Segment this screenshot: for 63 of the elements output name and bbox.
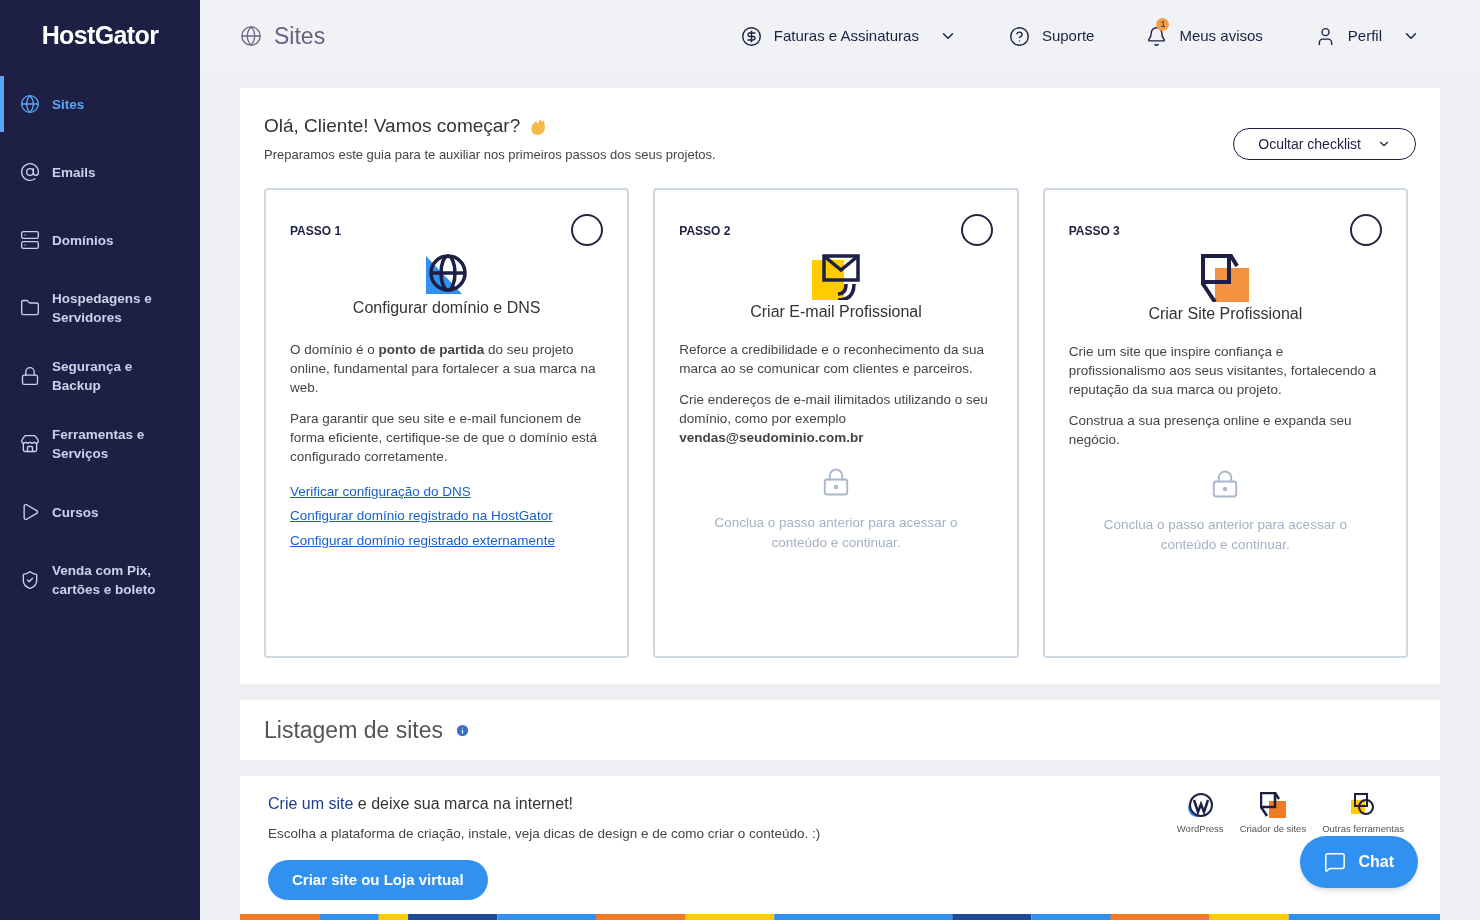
help-link[interactable]: Configurar domínio registrado na HostGator <box>290 506 553 527</box>
locked-message: Conclua o passo anterior para acessar o conteúdo e continuar. <box>713 514 959 553</box>
step-title: Configurar domínio e DNS <box>351 298 542 318</box>
promo-headline: Crie um site e deixe sua marca na internet! <box>268 794 575 814</box>
checklist-subtitle: Preparamos este guia para te auxiliar nos primeiros passos dos seus projetos. <box>264 145 716 164</box>
platform-option[interactable]: WordPress <box>1176 792 1224 837</box>
step-checkbox[interactable] <box>960 214 993 246</box>
envelope-icon <box>812 254 860 300</box>
step-label: PASSO 1 <box>290 223 342 240</box>
sidebar-item[interactable]: Hospedagens e Servidores <box>0 280 200 336</box>
brand-logo[interactable]: HostGator <box>0 0 200 72</box>
section-title: Listagem de sites <box>264 715 443 745</box>
step-label: PASSO 2 <box>679 223 731 240</box>
layered-squares-icon <box>1201 254 1250 302</box>
server-icon <box>20 230 40 250</box>
sidebar-item[interactable]: Venda com Pix, cartões e boleto <box>0 552 200 608</box>
shapes-icon <box>1350 792 1377 818</box>
platform-option[interactable]: Criador de sites <box>1239 792 1307 837</box>
step-label: PASSO 3 <box>1068 223 1120 240</box>
sidebar-item[interactable]: Ferramentas e Serviços <box>0 416 200 472</box>
step-paragraph: O domínio é o ponto de partida do seu projeto online, fundamental para fortalecer a sua marca na web. <box>290 341 597 397</box>
sidebar-item[interactable]: Emails <box>0 144 200 200</box>
step-title: Criar Site Profissional <box>1147 304 1304 324</box>
bell-icon <box>1146 25 1168 47</box>
help-icon <box>1008 25 1030 47</box>
step-checkbox[interactable] <box>571 214 604 246</box>
notification-badge: 1 <box>1156 17 1170 31</box>
header-nav-link[interactable]: Perfil <box>1314 16 1424 56</box>
sidebar-item[interactable]: Sites <box>0 76 200 132</box>
store-icon <box>20 434 40 454</box>
wordpress-icon <box>1187 792 1214 818</box>
checklist-title: Olá, Cliente! Vamos começar? <box>264 114 521 138</box>
step-paragraph: Crie um site que inspire confiança e profissionalismo aos seus visitantes, fortalecendo a reputação da sua marca ou projeto. <box>1068 343 1378 399</box>
sidebar-item[interactable]: Cursos <box>0 484 200 540</box>
step-title: Criar E-mail Profissional <box>749 302 923 322</box>
step-paragraph: Reforce a credibilidade e o reconhecimento da sua marca ao se comunicar com clientes e parceiros. <box>679 341 985 378</box>
help-link[interactable]: Configurar domínio registrado externamente <box>290 530 555 551</box>
locked-message: Conclua o passo anterior para acessar o conteúdo e continuar. <box>1102 516 1348 555</box>
step-paragraph: Crie endereços de e-mail ilimitados utilizando o seu domínio, como por exemplo vendas@seudominio.com.br <box>679 391 989 447</box>
globe-icon <box>20 94 40 114</box>
dollar-icon <box>740 25 762 47</box>
layered-squares-icon <box>1259 792 1286 818</box>
help-link[interactable]: Verificar configuração do DNS <box>290 482 471 503</box>
sidebar-item[interactable]: Domínios <box>0 212 200 268</box>
lock-icon <box>20 366 40 386</box>
shield-icon <box>20 570 40 590</box>
sidebar-item[interactable]: Segurança e Backup <box>0 348 200 404</box>
header-nav-link[interactable]: Suporte <box>1008 16 1099 56</box>
promo-description: Escolha a plataforma de criação, instale, veja dicas de design e de como criar o conteúdo. :) <box>268 825 821 843</box>
lock-icon <box>821 467 851 497</box>
page-title: Sites <box>274 21 326 51</box>
at-sign-icon <box>20 162 40 182</box>
step-paragraph: Para garantir que seu site e e-mail funcionem de forma eficiente, certifique-se de que o domínio está configurado corretamente. <box>290 410 598 466</box>
platform-option[interactable]: Outras ferramentas <box>1322 792 1404 837</box>
step-checkbox[interactable] <box>1350 214 1382 246</box>
globe-icon <box>240 25 262 47</box>
header-nav-link[interactable]: Faturas e Assinaturas <box>740 16 961 56</box>
step-paragraph: Construa a sua presença online e expanda seu negócio. <box>1068 412 1353 449</box>
header-nav-link[interactable]: 1 Meus avisos <box>1146 16 1267 56</box>
chat-bubble-icon <box>1324 851 1347 873</box>
folder-icon <box>20 298 40 318</box>
globe-icon <box>425 254 468 296</box>
info-icon[interactable] <box>455 722 470 738</box>
